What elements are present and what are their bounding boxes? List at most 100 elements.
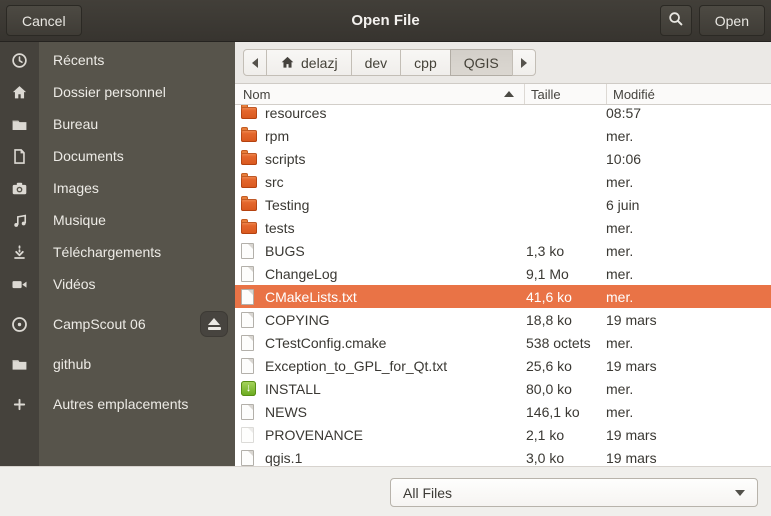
sidebar-item-bureau[interactable]: Bureau <box>0 108 235 140</box>
breadcrumb-segment-cpp[interactable]: cpp <box>400 49 451 76</box>
file-modified: 08:57 <box>600 105 771 121</box>
path-back-button[interactable] <box>243 49 267 76</box>
path-forward-button[interactable] <box>512 49 536 76</box>
sidebar-item-label: Documents <box>53 148 124 164</box>
file-row[interactable]: rpm mer. <box>235 124 771 147</box>
file-row[interactable]: BUGS 1,3 ko mer. <box>235 239 771 262</box>
file-name: Testing <box>258 197 518 213</box>
file-type-filter-combobox[interactable]: All Files <box>390 478 758 507</box>
file-row[interactable]: COPYING 18,8 ko 19 mars <box>235 308 771 331</box>
folder-icon <box>241 107 257 119</box>
file-name: CMakeLists.txt <box>258 289 518 305</box>
video-icon <box>11 276 28 293</box>
file-list: resources 08:57 rpm mer. scripts 10:06 s… <box>235 105 771 466</box>
open-button[interactable]: Open <box>699 5 765 36</box>
file-row[interactable]: PROVENANCE 2,1 ko 19 mars <box>235 423 771 446</box>
home-icon <box>11 84 28 101</box>
filter-value: All Files <box>403 485 452 501</box>
file-modified: mer. <box>600 128 771 144</box>
sidebar-item-github[interactable]: github <box>0 348 235 380</box>
file-modified: 10:06 <box>600 151 771 167</box>
file-name: rpm <box>258 128 518 144</box>
eject-button[interactable] <box>200 311 228 337</box>
file-name: PROVENANCE <box>258 427 518 443</box>
file-modified: mer. <box>600 243 771 259</box>
folder-icon <box>241 222 257 234</box>
file-modified: mer. <box>600 404 771 420</box>
file-row[interactable]: src mer. <box>235 170 771 193</box>
content-pane: delazjdevcppQGIS Nom Taille Modifié <box>235 42 771 466</box>
sidebar-item-label: Musique <box>53 212 106 228</box>
text-file-icon <box>241 266 254 282</box>
clock-icon <box>11 52 28 69</box>
sidebar-item-t-l-chargements[interactable]: Téléchargements <box>0 236 235 268</box>
file-modified: mer. <box>600 266 771 282</box>
text-file-icon <box>241 289 254 305</box>
file-name: INSTALL <box>258 381 518 397</box>
sidebar-item-label: Bureau <box>53 116 98 132</box>
file-name: NEWS <box>258 404 518 420</box>
breadcrumb-segment-qgis[interactable]: QGIS <box>450 49 513 76</box>
breadcrumb: delazjdevcppQGIS <box>243 49 536 76</box>
file-row[interactable]: CMakeLists.txt 41,6 ko mer. <box>235 285 771 308</box>
file-name: COPYING <box>258 312 518 328</box>
breadcrumb-segment-delazj[interactable]: delazj <box>266 49 352 76</box>
sidebar-item-musique[interactable]: Musique <box>0 204 235 236</box>
folder-icon <box>241 153 257 165</box>
dialog-title: Open File <box>0 12 771 29</box>
column-modified-label: Modifié <box>613 87 655 102</box>
file-row[interactable]: INSTALL 80,0 ko mer. <box>235 377 771 400</box>
sidebar-item-dossier-personnel[interactable]: Dossier personnel <box>0 76 235 108</box>
sidebar-item-vid-os[interactable]: Vidéos <box>0 268 235 300</box>
file-row[interactable]: resources 08:57 <box>235 105 771 124</box>
file-name: src <box>258 174 518 190</box>
sidebar-item-r-cents[interactable]: Récents <box>0 44 235 76</box>
file-row[interactable]: tests mer. <box>235 216 771 239</box>
desktop-folder-icon <box>11 116 28 133</box>
column-header-size[interactable]: Taille <box>525 84 607 104</box>
file-row[interactable]: ChangeLog 9,1 Mo mer. <box>235 262 771 285</box>
install-file-icon <box>241 381 256 396</box>
headerbar: Cancel Open File Open <box>0 0 771 42</box>
sidebar-item-images[interactable]: Images <box>0 172 235 204</box>
column-size-label: Taille <box>531 87 561 102</box>
column-header-modified[interactable]: Modifié <box>607 84 771 104</box>
file-modified: mer. <box>600 289 771 305</box>
text-file-icon <box>241 427 254 443</box>
file-name: Exception_to_GPL_for_Qt.txt <box>258 358 518 374</box>
open-file-dialog: Cancel Open File Open Récents Dossier pe… <box>0 0 771 516</box>
breadcrumb-segment-dev[interactable]: dev <box>351 49 402 76</box>
file-modified: mer. <box>600 335 771 351</box>
sidebar-item-documents[interactable]: Documents <box>0 140 235 172</box>
sidebar-item-label: CampScout 06 <box>53 316 146 332</box>
file-row[interactable]: NEWS 146,1 ko mer. <box>235 400 771 423</box>
file-modified: 19 mars <box>600 450 771 466</box>
cancel-button[interactable]: Cancel <box>6 5 82 36</box>
file-name: resources <box>258 105 518 121</box>
places-sidebar: Récents Dossier personnel Bureau Documen… <box>0 42 235 466</box>
file-row[interactable]: scripts 10:06 <box>235 147 771 170</box>
headerbar-actions: Open <box>660 5 765 36</box>
chevron-left-icon <box>252 58 258 68</box>
pathbar-area: delazjdevcppQGIS <box>235 42 771 83</box>
file-name: BUGS <box>258 243 518 259</box>
file-row[interactable]: Exception_to_GPL_for_Qt.txt 25,6 ko 19 m… <box>235 354 771 377</box>
file-row[interactable]: CTestConfig.cmake 538 octets mer. <box>235 331 771 354</box>
file-size: 9,1 Mo <box>518 266 600 282</box>
column-header-name[interactable]: Nom <box>235 84 525 104</box>
sidebar-item-label: Récents <box>53 52 104 68</box>
chevron-down-icon <box>735 490 745 496</box>
file-row[interactable]: Testing 6 juin <box>235 193 771 216</box>
eject-icon <box>208 318 220 325</box>
file-modified: mer. <box>600 381 771 397</box>
disc-icon <box>11 316 28 333</box>
sidebar-item-autres-emplacements[interactable]: Autres emplacements <box>0 388 235 420</box>
file-name: CTestConfig.cmake <box>258 335 518 351</box>
file-modified: mer. <box>600 220 771 236</box>
sidebar-item-label: Autres emplacements <box>53 396 188 412</box>
search-button[interactable] <box>660 5 692 36</box>
sidebar-item-campscout-06[interactable]: CampScout 06 <box>0 308 235 340</box>
file-modified: 19 mars <box>600 427 771 443</box>
file-row[interactable]: qgis.1 3,0 ko 19 mars <box>235 446 771 466</box>
text-file-icon <box>241 450 254 466</box>
